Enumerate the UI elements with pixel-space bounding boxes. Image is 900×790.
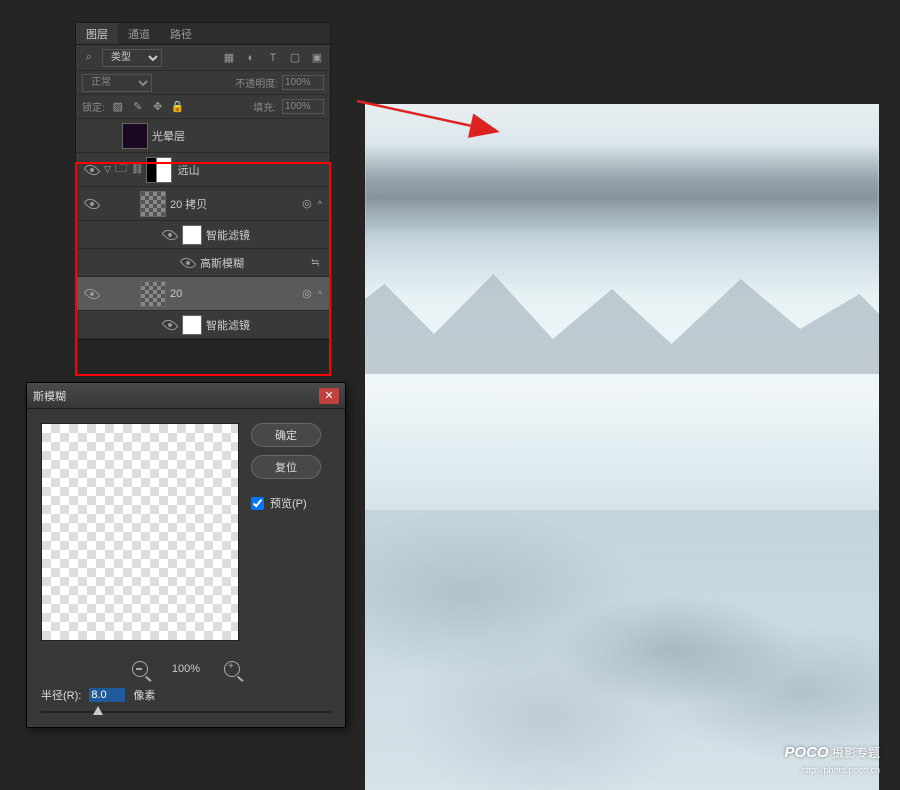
close-button[interactable]: ✕ <box>319 388 339 404</box>
lock-all-icon[interactable]: 🔒 <box>171 100 185 114</box>
lock-row: 锁定: ▨ ✎ ✥ 🔒 填充: 100% <box>76 95 330 119</box>
visibility-eye-icon[interactable] <box>84 161 101 178</box>
visibility-eye-icon[interactable] <box>162 316 179 333</box>
blur-preview[interactable] <box>41 423 239 641</box>
filter-smart-icon[interactable]: ▣ <box>310 51 324 65</box>
ok-button[interactable]: 确定 <box>251 423 321 447</box>
watermark-brand: POCO <box>784 744 828 761</box>
layer-filter-row: ⌕ 类型 ▦ ◐ T ▢ ▣ <box>76 45 330 71</box>
watermark-url: http://photo.poco.cn <box>801 765 880 775</box>
filter-options-icon[interactable]: ≒ <box>311 256 320 269</box>
preview-checkbox[interactable] <box>251 497 264 510</box>
layer-glow[interactable]: 光晕层 <box>76 119 330 153</box>
layer-20[interactable]: 20 ◎ ^ <box>76 277 330 311</box>
opacity-value[interactable]: 100% <box>282 75 324 90</box>
lock-brush-icon[interactable]: ✎ <box>131 100 145 114</box>
search-icon: ⌕ <box>82 51 96 65</box>
tab-channels[interactable]: 通道 <box>118 23 160 44</box>
layer-label: 远山 <box>178 162 326 178</box>
visibility-eye-icon[interactable] <box>180 254 197 271</box>
filter-mask-thumb <box>182 225 202 245</box>
layer-smart-filters-1[interactable]: 智能滤镜 <box>76 221 330 249</box>
smart-object-icon: ◎ <box>302 287 312 300</box>
watermark-topic: 摄影专题 <box>832 746 880 760</box>
layer-thumb <box>140 281 166 307</box>
layer-label: 高斯模糊 <box>200 255 311 271</box>
layer-thumb <box>122 123 148 149</box>
filter-kind-select[interactable]: 类型 <box>102 49 162 67</box>
filter-image-icon[interactable]: ▦ <box>222 51 236 65</box>
lock-position-icon[interactable]: ✥ <box>151 100 165 114</box>
panel-tabs: 图层 通道 路径 <box>76 23 330 45</box>
fill-value[interactable]: 100% <box>282 99 324 114</box>
mid-mountains <box>365 244 879 374</box>
blend-mode-select[interactable]: 正常 <box>82 74 152 92</box>
zoom-in-icon[interactable] <box>224 661 240 677</box>
dialog-title-text: 斯模糊 <box>33 388 66 404</box>
layer-label: 20 拷贝 <box>170 196 302 212</box>
layer-smart-filters-2[interactable]: 智能滤镜 <box>76 311 330 339</box>
layer-group-far-mountains[interactable]: ▽ 🗀 ⛓ 远山 <box>76 153 330 187</box>
dialog-titlebar[interactable]: 斯模糊 ✕ <box>27 383 345 409</box>
layer-thumb <box>140 191 166 217</box>
link-icon: ⛓ <box>131 164 144 175</box>
chevron-up-icon[interactable]: ^ <box>318 199 322 209</box>
radius-row: 半径(R): 像素 <box>27 683 345 705</box>
filter-shape-icon[interactable]: ▢ <box>288 51 302 65</box>
layers-panel: 图层 通道 路径 ⌕ 类型 ▦ ◐ T ▢ ▣ 正常 不透明度: 100% 锁定… <box>75 22 331 340</box>
tab-paths[interactable]: 路径 <box>160 23 202 44</box>
opacity-label: 不透明度: <box>235 75 278 90</box>
canvas[interactable] <box>365 104 879 790</box>
far-mountains <box>365 144 879 234</box>
layer-label: 智能滤镜 <box>206 227 326 243</box>
layers-list: 光晕层 ▽ 🗀 ⛓ 远山 20 拷贝 ◎ ^ 智能滤镜 <box>76 119 330 339</box>
tab-layers[interactable]: 图层 <box>76 23 118 44</box>
lock-pixels-icon[interactable]: ▨ <box>111 100 125 114</box>
blend-row: 正常 不透明度: 100% <box>76 71 330 95</box>
slider-handle[interactable] <box>93 706 103 715</box>
mask-thumb[interactable] <box>146 157 172 183</box>
visibility-eye-icon[interactable] <box>84 285 101 302</box>
lock-label: 锁定: <box>82 99 105 114</box>
smart-object-icon: ◎ <box>302 197 312 210</box>
reset-button[interactable]: 复位 <box>251 455 321 479</box>
gaussian-blur-dialog: 斯模糊 ✕ 确定 复位 预览(P) 100% 半径(R): 像素 <box>26 382 346 728</box>
zoom-out-icon[interactable] <box>132 661 148 677</box>
layer-label: 光晕层 <box>152 128 326 144</box>
radius-label: 半径(R): <box>41 687 81 703</box>
fill-label: 填充: <box>253 99 276 114</box>
layer-label: 智能滤镜 <box>206 317 326 333</box>
layer-label: 20 <box>170 288 302 300</box>
zoom-value: 100% <box>172 663 200 675</box>
folder-icon: 🗀 <box>115 159 127 180</box>
watermark: POCO 摄影专题 http://photo.poco.cn <box>784 743 880 778</box>
filter-mask-thumb <box>182 315 202 335</box>
preview-label: 预览(P) <box>270 495 307 511</box>
radius-unit: 像素 <box>133 687 155 703</box>
layer-gaussian-blur[interactable]: 高斯模糊 ≒ <box>76 249 330 277</box>
filter-text-icon[interactable]: T <box>266 51 280 65</box>
radius-input[interactable] <box>89 688 125 702</box>
radius-slider[interactable] <box>41 711 331 713</box>
layer-20-copy[interactable]: 20 拷贝 ◎ ^ <box>76 187 330 221</box>
visibility-eye-icon[interactable] <box>84 195 101 212</box>
filter-adjust-icon[interactable]: ◐ <box>244 51 258 65</box>
chevron-up-icon[interactable]: ^ <box>318 289 322 299</box>
visibility-eye-icon[interactable] <box>162 226 179 243</box>
zoom-controls: 100% <box>27 655 345 683</box>
preview-checkbox-row[interactable]: 预览(P) <box>251 495 321 511</box>
chevron-down-icon[interactable]: ▽ <box>104 164 111 175</box>
